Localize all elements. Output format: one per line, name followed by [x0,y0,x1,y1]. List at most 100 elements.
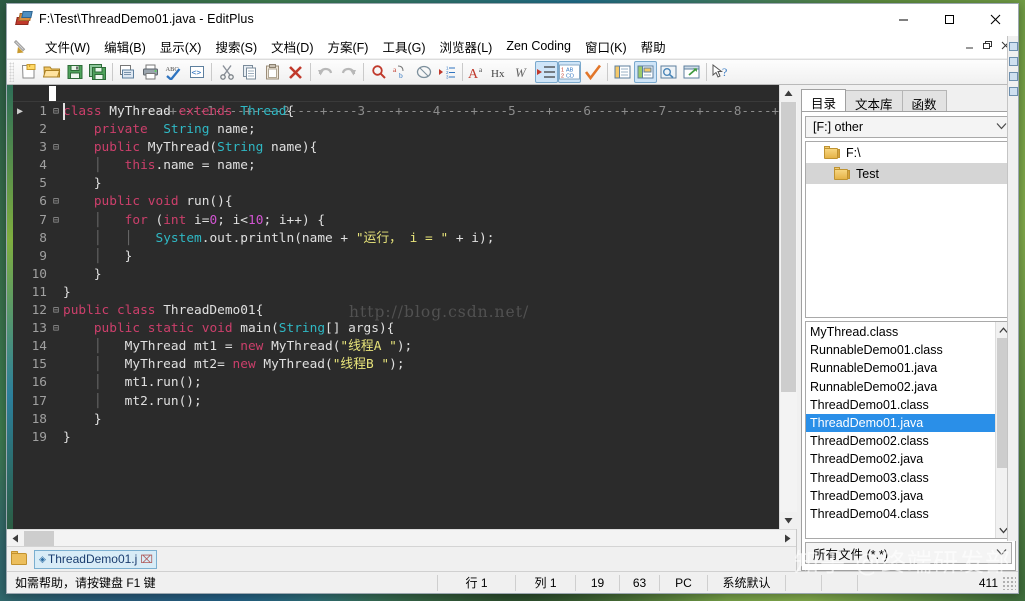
external-browser-icon[interactable] [680,61,703,83]
sliver-icon-3[interactable] [1008,72,1018,81]
code-line[interactable]: 15 │ MyThread mt2= new MyThread("线程B "); [13,356,779,374]
bookmark-gutter[interactable] [13,393,27,411]
file-list-item[interactable]: RunnableDemo02.java [806,378,995,396]
bookmark-gutter[interactable] [13,157,27,175]
file-list-item[interactable]: ThreadDemo01.class [806,396,995,414]
bookmark-gutter[interactable] [13,338,27,356]
goto-icon[interactable] [413,61,436,83]
file-filter-select[interactable]: 所有文件 (*.*) [805,542,1012,564]
code-line[interactable]: 6 ⊟ public void run(){ [13,193,779,211]
document-tab-threaddemo01[interactable]: ◈ ThreadDemo01.j ⌧ [34,549,157,569]
right-vertical-toolbar[interactable] [1007,36,1018,541]
tab-directory[interactable]: 目录 [801,89,847,111]
code-line[interactable]: 17 │ mt2.run(); [13,393,779,411]
file-list-item[interactable]: ThreadDemo02.java [806,450,995,468]
editor-hscroll-track[interactable] [24,530,779,547]
code-line[interactable]: 14 │ MyThread mt1 = new MyThread("线程A ")… [13,338,779,356]
menu-file[interactable]: 文件(W) [38,34,97,59]
tab-cliptext[interactable]: 文本库 [845,90,903,112]
spellcheck-icon[interactable]: ABC [162,61,185,83]
view-source-icon[interactable]: <> [185,61,208,83]
code-line[interactable]: 12 ⊟ public class ThreadDemo01{ [13,302,779,320]
code-line[interactable]: 5 } [13,175,779,193]
file-list-item[interactable]: RunnableDemo01.java [806,359,995,377]
fold-toggle-icon[interactable]: ⊟ [49,302,63,320]
copy-icon[interactable] [238,61,261,83]
scroll-right-arrow[interactable] [779,530,796,547]
code-line[interactable]: 11} [13,284,779,302]
menu-window[interactable]: 窗口(K) [578,34,634,59]
save-icon[interactable] [63,61,86,83]
menu-search[interactable]: 搜索(S) [208,34,264,59]
bookmark-gutter[interactable] [13,429,27,447]
print-icon[interactable] [139,61,162,83]
menu-zen-coding[interactable]: Zen Coding [499,36,578,56]
print-preview-icon[interactable] [116,61,139,83]
code-line[interactable]: 8 │ │ System.out.println(name + "运行， i =… [13,230,779,248]
toggle-output-icon[interactable] [611,61,634,83]
editor-hscroll-thumb[interactable] [24,530,54,546]
toolbar-grip[interactable] [9,62,14,82]
tree-item-f-drive[interactable]: F:\ [806,142,1011,163]
new-file-icon[interactable]: * [17,61,40,83]
bookmark-gutter[interactable] [13,266,27,284]
code-editor[interactable]: ----+----1----+----2----+----3----+----4… [13,85,779,529]
browser-preview-icon[interactable] [657,61,680,83]
fold-toggle-icon[interactable]: ⊟ [49,103,63,121]
menu-edit[interactable]: 编辑(B) [97,34,153,59]
file-list-item[interactable]: MyThread.class [806,323,995,341]
cut-icon[interactable] [215,61,238,83]
open-file-icon[interactable] [40,61,63,83]
delete-icon[interactable] [284,61,307,83]
bookmark-gutter[interactable] [13,356,27,374]
redo-icon[interactable] [337,61,360,83]
undo-icon[interactable] [314,61,337,83]
bookmark-gutter[interactable] [13,175,27,193]
fold-toggle-icon[interactable]: ⊟ [49,193,63,211]
toggle-sidebar-icon[interactable] [634,61,657,83]
code-line[interactable]: 10 } [13,266,779,284]
editor-horizontal-scrollbar[interactable] [7,529,796,546]
tab-close-icon[interactable]: ⌧ [140,553,153,566]
sliver-icon-1[interactable] [1008,42,1018,51]
code-line[interactable]: 19} [13,429,779,447]
code-line[interactable]: 7 ⊟ │ for (int i=0; i<10; i++) { [13,212,779,230]
indent-list-icon[interactable]: 123 [436,61,459,83]
fold-toggle-icon[interactable]: ⊟ [49,212,63,230]
mdi-minimize-button[interactable] [961,37,978,54]
file-list[interactable]: MyThread.class RunnableDemo01.class Runnab… [806,322,995,538]
code-line[interactable]: 13 ⊟ public static void main(String[] arg… [13,320,779,338]
bookmark-gutter[interactable] [13,230,27,248]
fold-toggle-icon[interactable]: ⊟ [49,139,63,157]
sliver-icon-4[interactable] [1008,87,1018,96]
code-line[interactable]: 18 } [13,411,779,429]
tree-item-test[interactable]: Test [806,163,1011,184]
drive-select[interactable]: [F:] other [805,116,1012,138]
menu-tools[interactable]: 工具(G) [375,34,432,59]
code-line[interactable]: ▶ 1 ⊟ class MyThread extends Thread{ [13,103,779,121]
bookmark-gutter[interactable] [13,139,27,157]
menu-view[interactable]: 显示(X) [153,34,209,59]
bookmark-gutter[interactable] [13,212,27,230]
mdi-restore-button[interactable] [979,37,996,54]
fold-toggle-icon[interactable]: ⊟ [49,320,63,338]
file-list-item[interactable]: RunnableDemo01.class [806,341,995,359]
editor-vertical-scrollbar[interactable] [779,85,797,529]
maximize-button[interactable] [926,4,972,34]
auto-indent-icon[interactable] [535,61,558,83]
code-line[interactable]: 9 │ } [13,248,779,266]
word-wrap-icon[interactable]: W [512,61,535,83]
bookmark-gutter[interactable] [13,411,27,429]
scroll-up-arrow[interactable] [779,85,797,102]
bookmark-gutter[interactable] [13,374,27,392]
code-line[interactable]: 3 ⊟ public MyThread(String name){ [13,139,779,157]
bookmark-gutter[interactable] [13,121,27,139]
save-all-icon[interactable] [86,61,109,83]
sliver-icon-2[interactable] [1008,57,1018,66]
directory-tree[interactable]: F:\ Test [805,141,1012,318]
file-list-item[interactable]: ThreadDemo01.java [806,413,995,433]
bookmark-gutter[interactable] [13,248,27,266]
bookmark-gutter[interactable] [13,284,27,302]
file-list-item[interactable]: ThreadDemo03.java [806,487,995,505]
find-replace-icon[interactable]: ab [390,61,413,83]
